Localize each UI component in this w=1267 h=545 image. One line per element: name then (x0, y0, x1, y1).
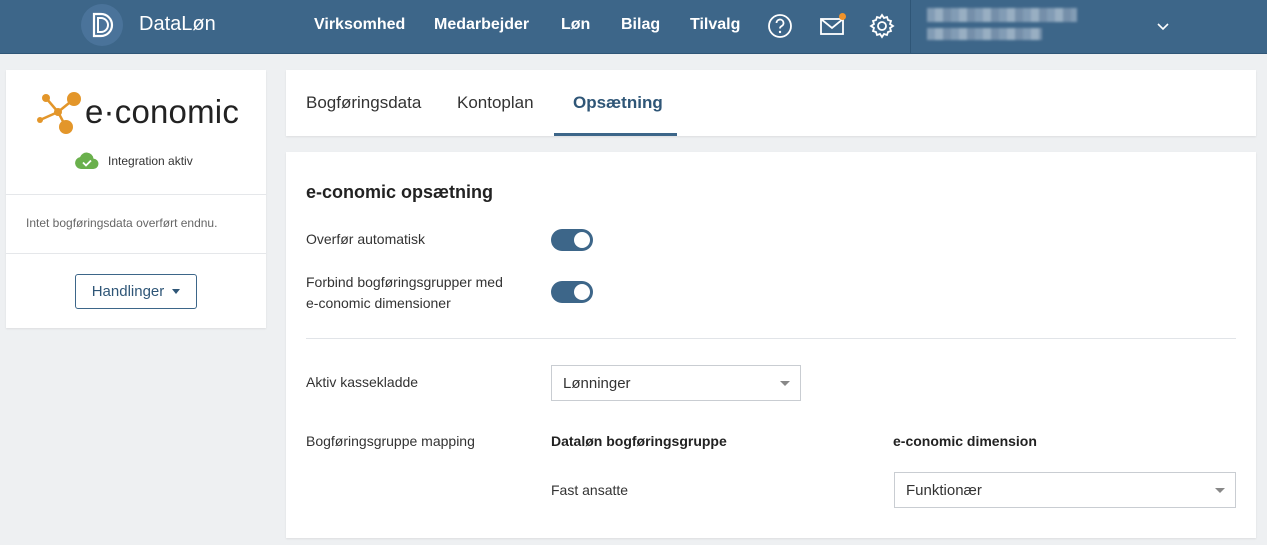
mapping-row-group: Fast ansatte (551, 482, 629, 498)
column-header-group: Dataløn bogføringsgruppe (551, 433, 727, 449)
cloud-check-icon (75, 152, 99, 170)
toggle-knob (574, 232, 590, 248)
tab-bogforingsdata[interactable]: Bogføringsdata (306, 93, 421, 113)
divider (6, 253, 266, 254)
user-name-redacted[interactable] (927, 8, 1077, 22)
mapping-label: Bogføringsgruppe mapping (306, 433, 475, 449)
help-icon[interactable] (767, 13, 793, 39)
auto-transfer-label: Overfør automatisk (306, 231, 426, 247)
toggle-knob (574, 284, 590, 300)
nav-bilag[interactable]: Bilag (621, 16, 660, 34)
brand-name[interactable]: DataLøn (139, 13, 216, 36)
no-data-text: Intet bogføringsdata overført endnu. (26, 216, 218, 230)
datalon-logo-icon[interactable] (81, 4, 123, 46)
settings-card: e-conomic opsætning Overfør automatisk F… (286, 152, 1256, 538)
dimension-select-value: Funktionær (906, 481, 982, 499)
dropdown-arrow-icon (1215, 488, 1225, 493)
active-tab-indicator (554, 133, 677, 136)
connect-groups-toggle[interactable] (551, 281, 593, 303)
cashbook-label: Aktiv kassekladde (306, 374, 419, 390)
header-divider (910, 0, 911, 54)
tab-kontoplan[interactable]: Kontoplan (457, 93, 534, 113)
settings-title: e-conomic opsætning (306, 182, 494, 202)
cashbook-select[interactable]: Lønninger (551, 365, 801, 401)
gear-icon[interactable] (869, 13, 895, 39)
nav-virksomhed[interactable]: Virksomhed (314, 16, 405, 34)
chevron-down-icon[interactable] (1155, 18, 1171, 34)
integration-status-label: Integration aktiv (108, 154, 193, 168)
divider (6, 194, 266, 195)
connect-groups-label-line1: Forbind bogføringsgrupper med (306, 274, 503, 290)
integration-card: e·conomic Integration aktiv Intet bogfør… (6, 70, 266, 328)
notification-dot (839, 13, 846, 20)
caret-down-icon (172, 289, 181, 294)
nav-medarbejder[interactable]: Medarbejder (434, 16, 529, 34)
actions-button-label: Handlinger (91, 283, 165, 300)
dimension-select[interactable]: Funktionær (894, 472, 1236, 508)
tab-opsaetning[interactable]: Opsætning (573, 93, 663, 113)
dropdown-arrow-icon (780, 381, 790, 386)
nav-tilvalg[interactable]: Tilvalg (690, 16, 740, 34)
nav-lon[interactable]: Løn (561, 16, 590, 34)
divider (306, 338, 1236, 339)
connect-groups-label-line2: e-conomic dimensioner (306, 295, 451, 311)
tabs-bar: Bogføringsdata Kontoplan Opsætning (286, 70, 1256, 136)
actions-dropdown-button[interactable]: Handlinger (75, 274, 197, 309)
column-header-dimension: e-conomic dimension (893, 433, 1037, 449)
cashbook-select-value: Lønninger (563, 374, 631, 392)
auto-transfer-toggle[interactable] (551, 229, 593, 251)
top-navigation-bar: DataLøn Virksomhed Medarbejder Løn Bilag… (0, 0, 1267, 54)
integration-status: Integration aktiv (74, 152, 193, 170)
economic-logo-text: e·conomic (85, 93, 240, 130)
company-name-redacted[interactable] (927, 28, 1042, 40)
